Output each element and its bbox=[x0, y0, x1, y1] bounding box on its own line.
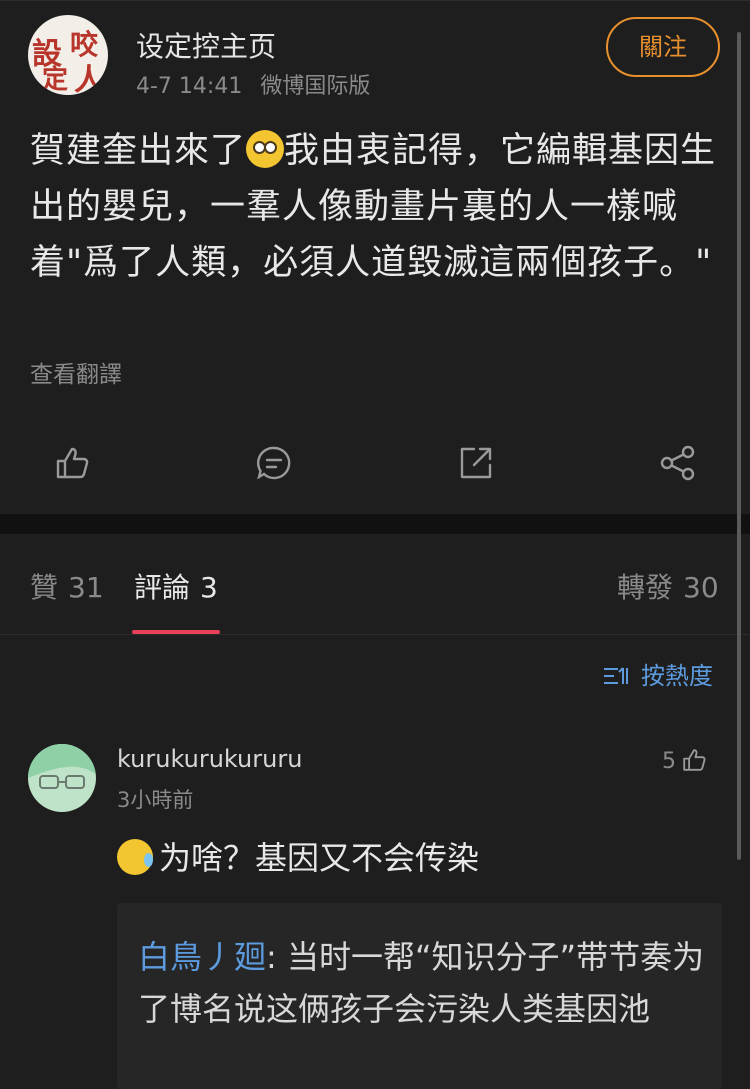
scrollbar[interactable] bbox=[737, 32, 741, 860]
commenter-avatar[interactable] bbox=[28, 744, 96, 812]
author-avatar[interactable]: 設 定 咬 人 bbox=[28, 15, 108, 95]
section-divider bbox=[0, 514, 750, 534]
avatar-char-2: 定 bbox=[42, 65, 69, 95]
comment-icon[interactable] bbox=[254, 443, 294, 483]
sort-icon bbox=[604, 667, 628, 684]
sort-label: 按熱度 bbox=[641, 662, 713, 690]
comment-like-button[interactable]: 5 bbox=[662, 746, 708, 774]
comment-like-count: 5 bbox=[662, 749, 676, 774]
tab-likes-count: 31 bbox=[68, 571, 104, 604]
post-text-part-1: 賀建奎出來了 bbox=[30, 131, 247, 171]
reply-author[interactable]: 白鳥丿廻 bbox=[138, 938, 266, 976]
commenter-username[interactable]: kurukurukururu bbox=[117, 745, 302, 773]
post-card: 設 定 咬 人 设定控主页 4-7 14:41 微博国际版 關注 賀建奎出來了 我由… bbox=[0, 0, 750, 515]
tab-reposts[interactable]: 轉發 30 bbox=[617, 566, 719, 606]
comment-time: 3小時前 bbox=[117, 788, 194, 812]
post-body: 賀建奎出來了 我由衷記得，它編輯基因生出的嬰兒，一羣人像動畫片裏的人一樣喊着"爲了… bbox=[30, 123, 730, 291]
sort-toggle[interactable]: 按熱度 bbox=[603, 656, 713, 691]
tab-likes[interactable]: 贊 31 bbox=[30, 566, 104, 606]
avatar-char-4: 人 bbox=[74, 63, 104, 95]
tab-reposts-count: 30 bbox=[683, 571, 719, 604]
tab-reposts-label: 轉發 bbox=[617, 571, 674, 604]
tab-bar: 贊 31 評論 3 轉發 30 bbox=[0, 534, 750, 635]
comment-text: 为啥？基因又不会传染 bbox=[159, 839, 480, 877]
active-tab-indicator bbox=[132, 630, 220, 634]
tab-comments-label: 評論 bbox=[134, 571, 191, 604]
tab-comments[interactable]: 評論 3 bbox=[134, 566, 218, 606]
follow-button[interactable]: 關注 bbox=[606, 17, 720, 77]
post-meta: 4-7 14:41 微博国际版 bbox=[136, 68, 370, 100]
author-username[interactable]: 设定控主页 bbox=[136, 25, 276, 65]
dizzy-face-emoji-icon bbox=[246, 130, 285, 168]
post-time: 4-7 14:41 bbox=[136, 74, 243, 99]
comment-like-icon bbox=[683, 749, 706, 771]
translate-link[interactable]: 查看翻譯 bbox=[30, 355, 122, 389]
tab-comments-count: 3 bbox=[200, 571, 218, 604]
post-actions bbox=[0, 431, 750, 495]
reply-preview[interactable]: 白鳥丿廻: 当时一帮“知识分子”带节奏为了博名说这俩孩子会污染人类基因池 bbox=[117, 903, 722, 1089]
post-source: 微博国际版 bbox=[260, 74, 371, 99]
like-icon[interactable] bbox=[52, 443, 92, 483]
repost-icon[interactable] bbox=[456, 443, 496, 483]
glasses-character-icon bbox=[28, 744, 96, 789]
tab-likes-label: 贊 bbox=[30, 571, 59, 604]
share-icon[interactable] bbox=[658, 443, 698, 483]
comment-body: 为啥？基因又不会传染 bbox=[117, 832, 479, 884]
sweat-face-emoji-icon bbox=[117, 839, 153, 875]
reply-body: 白鳥丿廻: 当时一帮“知识分子”带节奏为了博名说这俩孩子会污染人类基因池 bbox=[138, 931, 713, 1035]
